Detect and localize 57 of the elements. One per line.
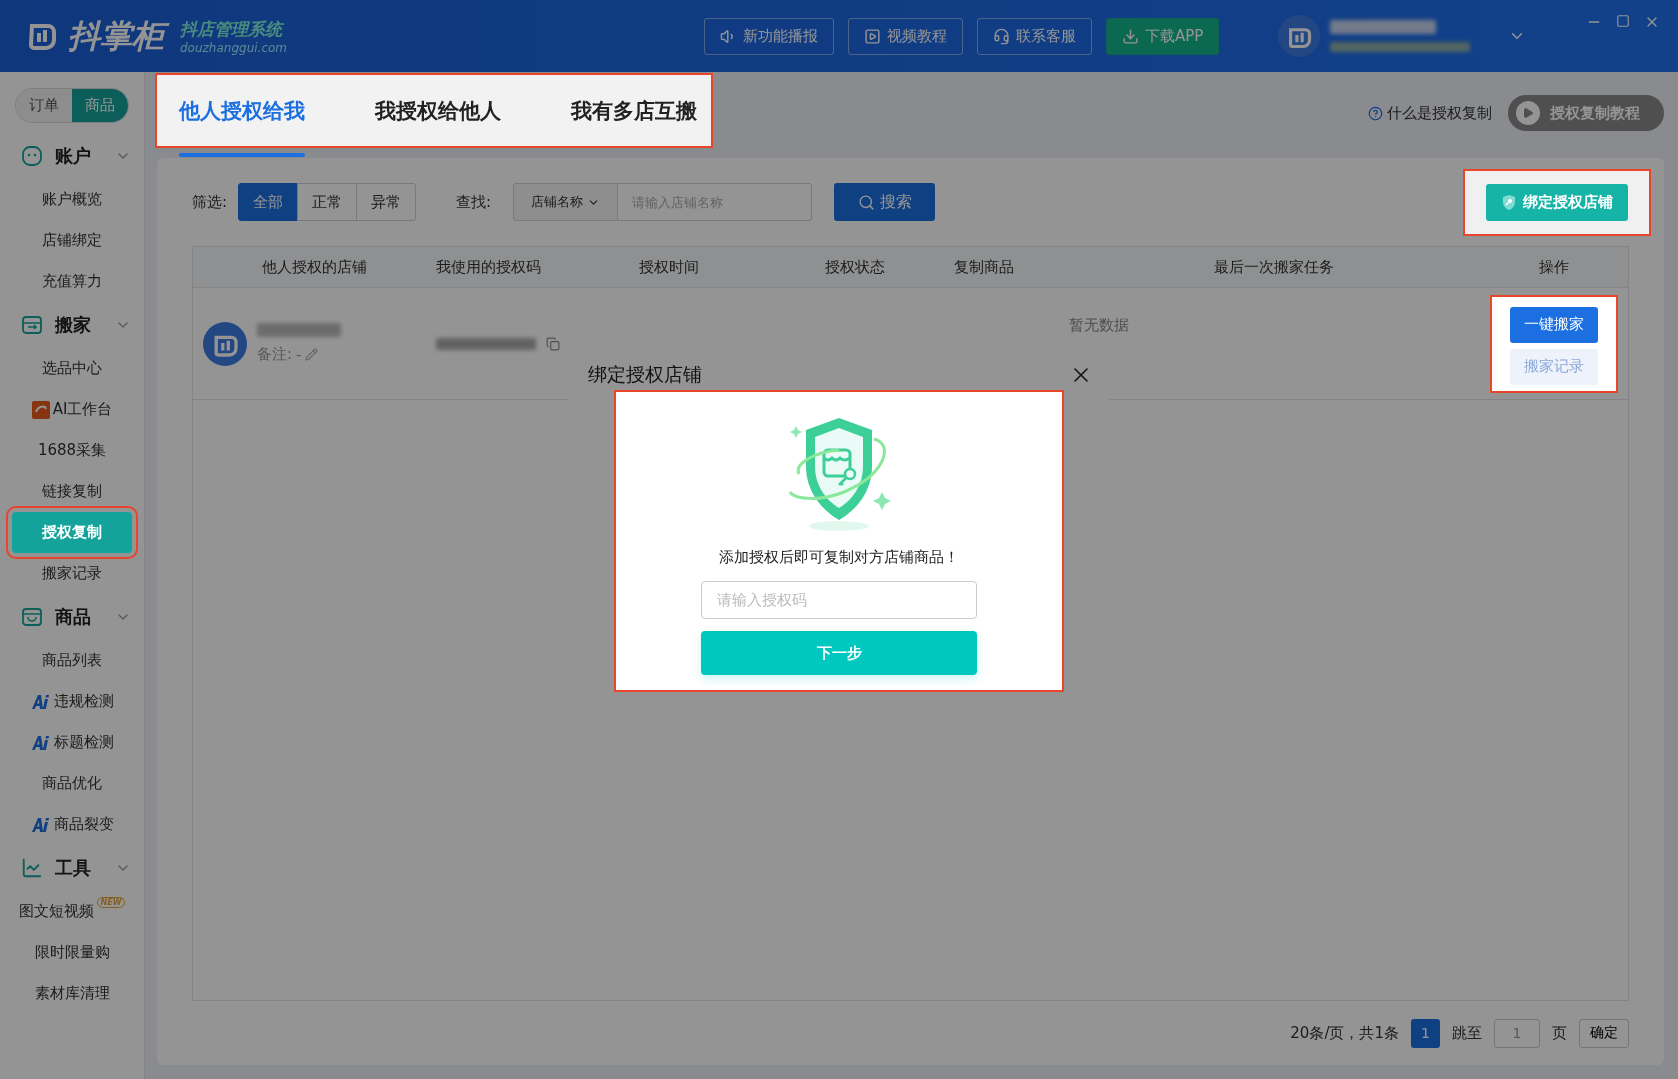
app-name: 抖掌柜 — [68, 14, 172, 58]
header-button[interactable]: 视频教程 — [848, 17, 963, 55]
menu-group[interactable]: 搬家 — [7, 302, 137, 348]
app-subtitle: 抖店管理系统 — [180, 17, 285, 41]
filter-option[interactable]: 异常 — [356, 183, 417, 221]
tab[interactable]: 我授权给他人 — [375, 75, 536, 146]
header-button[interactable]: 联系客服 — [977, 17, 1092, 55]
menu-item[interactable]: 1688采集 — [12, 430, 132, 471]
menu-item[interactable]: 限时限量购 — [12, 932, 132, 973]
column-header: 授权状态 — [825, 257, 886, 277]
table-cell: 暂无数据 — [1069, 316, 1129, 335]
search-button[interactable]: 搜索 — [834, 183, 936, 221]
tab[interactable]: 他人授权给我 — [179, 75, 340, 146]
dialog-message: 添加授权后即可复制对方店铺商品！ — [719, 548, 959, 567]
menu-item[interactable]: 选品中心 — [12, 348, 132, 389]
column-header: 最后一次搬家任务 — [1213, 257, 1335, 277]
field-select[interactable]: 店铺名称 — [513, 183, 619, 221]
menu-group[interactable]: 商品 — [7, 594, 137, 640]
confirm-button[interactable]: 确定 — [1579, 1018, 1629, 1048]
filter-label: 筛选: — [192, 192, 228, 212]
app-domain: douzhanggui.com — [180, 40, 288, 55]
column-header: 他人授权的店铺 — [261, 257, 368, 277]
page-summary: 20条/页，共1条 — [1290, 1023, 1399, 1043]
header-button[interactable]: 新功能播报 — [704, 17, 834, 55]
mode-option[interactable]: 订单 — [16, 89, 72, 122]
page-button[interactable]: 1 — [1411, 1018, 1440, 1048]
menu-item[interactable]: 商品裂变 — [12, 804, 132, 845]
column-header: 操作 — [1537, 257, 1570, 277]
menu-item[interactable]: 账户概览 — [12, 179, 132, 220]
menu-item[interactable]: 店铺绑定 — [12, 220, 132, 261]
auth-code-field[interactable]: 请输入授权码 — [701, 581, 977, 619]
column-header: 我使用的授权码 — [436, 257, 542, 277]
column-header: 授权时间 — [639, 257, 700, 277]
menu-group[interactable]: 账户 — [7, 133, 137, 179]
menu-item[interactable]: 素材库清理 — [12, 973, 132, 1014]
filter-option[interactable]: 全部 — [238, 183, 299, 221]
column-header: 复制商品 — [954, 257, 1015, 277]
menu-item[interactable]: AI工作台 — [12, 389, 132, 430]
page-unit: 页 — [1552, 1023, 1567, 1043]
find-label: 查找: — [456, 192, 492, 212]
menu-item[interactable]: 标题检测 — [12, 722, 132, 763]
jump-label: 跳至 — [1452, 1023, 1482, 1043]
note-value: - — [296, 345, 302, 364]
note-label: 备注: — [257, 345, 293, 364]
menu-item[interactable]: 搬家记录 — [12, 553, 132, 594]
tab[interactable]: 我有多店互搬 — [571, 75, 697, 146]
menu-item[interactable]: 违规检测 — [12, 681, 132, 722]
menu-item[interactable]: 充值算力 — [12, 261, 132, 302]
menu-item[interactable]: 链接复制 — [12, 471, 132, 512]
row-action-button[interactable]: 一键搬家 — [1509, 306, 1598, 343]
menu-group[interactable]: 工具 — [7, 845, 137, 891]
filter-option[interactable]: 正常 — [297, 183, 358, 221]
help-link[interactable]: 什么是授权复制 — [1368, 103, 1492, 123]
menu-item[interactable]: 商品列表 — [12, 640, 132, 681]
menu-item[interactable]: 图文短视频 NEW — [12, 891, 132, 932]
menu-item[interactable]: 商品优化 — [12, 763, 132, 804]
dialog-title: 绑定授权店铺 — [588, 362, 702, 387]
